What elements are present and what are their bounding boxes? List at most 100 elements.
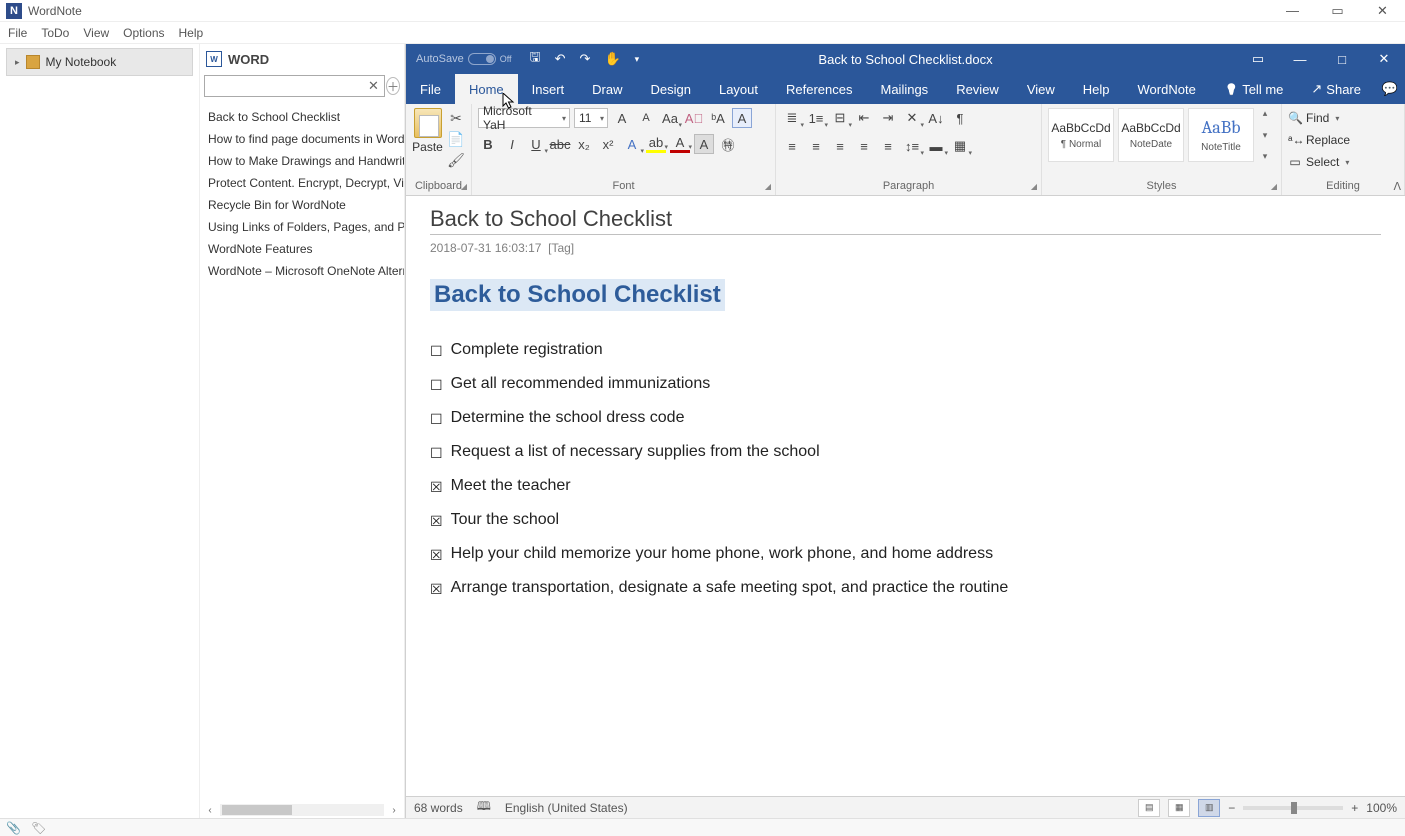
page-item[interactable]: Back to School Checklist xyxy=(200,106,404,128)
font-family-combo[interactable]: Microsoft YaH xyxy=(478,108,570,128)
decrease-indent-icon[interactable]: ⇤ xyxy=(854,108,874,128)
print-layout-button[interactable]: ▦ xyxy=(1168,799,1190,817)
menu-options[interactable]: Options xyxy=(123,26,164,40)
show-marks-icon[interactable]: ¶ xyxy=(950,108,970,128)
share-button[interactable]: Share xyxy=(1297,74,1375,104)
tab-references[interactable]: References xyxy=(772,74,866,104)
multilevel-list-icon[interactable]: ⊟ xyxy=(830,108,850,128)
comments-button[interactable]: 💬 xyxy=(1375,74,1405,104)
superscript-icon[interactable]: x² xyxy=(598,134,618,154)
scroll-track[interactable] xyxy=(220,804,384,816)
tab-review[interactable]: Review xyxy=(942,74,1013,104)
add-page-button[interactable]: ＋ xyxy=(386,77,400,95)
style-normal[interactable]: AaBbCcDd ¶ Normal xyxy=(1048,108,1114,162)
tell-me-button[interactable]: Tell me xyxy=(1211,74,1298,104)
page-item[interactable]: How to Make Drawings and Handwritin xyxy=(200,150,404,172)
qat-more-icon[interactable]: ▾ xyxy=(635,54,640,65)
page-item[interactable]: Using Links of Folders, Pages, and Pa xyxy=(200,216,404,238)
menu-view[interactable]: View xyxy=(83,26,109,40)
tab-view[interactable]: View xyxy=(1013,74,1069,104)
font-color-icon[interactable]: A xyxy=(670,136,690,153)
underline-icon[interactable]: U xyxy=(526,134,546,154)
increase-indent-icon[interactable]: ⇥ xyxy=(878,108,898,128)
shading-icon[interactable]: ▬ xyxy=(926,136,946,156)
collapse-ribbon-icon[interactable]: ᐱ xyxy=(1393,180,1401,193)
numbering-icon[interactable]: 1≡ xyxy=(806,108,826,128)
asian-layout-icon[interactable]: ✕ xyxy=(902,108,922,128)
page-item[interactable]: WordNote Features xyxy=(200,238,404,260)
page-tag[interactable]: [Tag] xyxy=(548,241,574,255)
tab-design[interactable]: Design xyxy=(637,74,705,104)
align-left-icon[interactable]: ≡ xyxy=(782,136,802,156)
page-item[interactable]: Recycle Bin for WordNote xyxy=(200,194,404,216)
style-notetitle[interactable]: AaBb NoteTitle xyxy=(1188,108,1254,162)
scroll-left-icon[interactable]: ‹ xyxy=(204,805,216,816)
doc-heading[interactable]: Back to School Checklist xyxy=(430,279,725,311)
distributed-icon[interactable]: ≡ xyxy=(878,136,898,156)
checklist-item[interactable]: ☐Determine the school dress code xyxy=(430,409,1381,429)
clipboard-dialog-icon[interactable]: ◢ xyxy=(461,182,467,191)
zoom-in-icon[interactable]: + xyxy=(1351,801,1358,815)
read-mode-button[interactable]: ▤ xyxy=(1138,799,1160,817)
ribbon-display-button[interactable]: ▭ xyxy=(1237,44,1279,74)
borders-icon[interactable]: ▦ xyxy=(950,136,970,156)
char-shading-icon[interactable]: A xyxy=(694,134,714,154)
language-status[interactable]: English (United States) xyxy=(505,801,628,815)
checklist-item[interactable]: ☒Help your child memorize your home phon… xyxy=(430,545,1381,565)
bold-icon[interactable]: B xyxy=(478,134,498,154)
checklist-item[interactable]: ☐Request a list of necessary supplies fr… xyxy=(430,443,1381,463)
touch-mode-icon[interactable]: ✋ xyxy=(604,51,620,67)
page-search-input[interactable] xyxy=(204,75,385,97)
word-count[interactable]: 68 words xyxy=(414,801,463,815)
undo-icon[interactable]: ↶ xyxy=(555,51,566,67)
attachment-icon[interactable]: 📎 xyxy=(6,821,21,835)
wn-maximize-button[interactable]: ▭ xyxy=(1315,0,1360,22)
text-effects-icon[interactable]: A xyxy=(622,134,642,154)
tab-help[interactable]: Help xyxy=(1069,74,1124,104)
bullets-icon[interactable]: ≣ xyxy=(782,108,802,128)
checklist-item[interactable]: ☒Meet the teacher xyxy=(430,477,1381,497)
paste-button[interactable]: Paste xyxy=(412,108,443,154)
tag-icon[interactable]: 🏷 xyxy=(31,821,46,835)
wn-close-button[interactable]: ✕ xyxy=(1360,0,1405,22)
page-list-scrollbar[interactable]: ‹ › xyxy=(200,802,404,818)
change-case-icon[interactable]: Aa xyxy=(660,108,680,128)
cut-icon[interactable]: ✂ xyxy=(447,110,465,127)
wn-minimize-button[interactable]: — xyxy=(1270,0,1315,22)
tab-home[interactable]: Home xyxy=(455,74,518,104)
char-border-icon[interactable]: A xyxy=(732,108,752,128)
italic-icon[interactable]: I xyxy=(502,134,522,154)
enclose-char-icon[interactable]: ㊕ xyxy=(718,134,738,154)
sort-icon[interactable]: A↓ xyxy=(926,108,946,128)
word-maximize-button[interactable]: □ xyxy=(1321,44,1363,74)
strikethrough-icon[interactable]: abc xyxy=(550,134,570,154)
zoom-level[interactable]: 100% xyxy=(1366,801,1397,815)
format-painter-icon[interactable]: 🖌 xyxy=(447,152,465,169)
clear-search-icon[interactable]: ✕ xyxy=(367,78,380,94)
clear-formatting-icon[interactable]: A⃠ xyxy=(684,108,704,128)
phonetic-guide-icon[interactable]: ᵇA xyxy=(708,108,728,128)
tab-layout[interactable]: Layout xyxy=(705,74,772,104)
shrink-font-icon[interactable]: A xyxy=(636,108,656,128)
tab-wordnote[interactable]: WordNote xyxy=(1124,74,1210,104)
zoom-out-icon[interactable]: − xyxy=(1228,801,1235,815)
page-item[interactable]: WordNote – Microsoft OneNote Altern xyxy=(200,260,404,282)
style-notedate[interactable]: AaBbCcDd NoteDate xyxy=(1118,108,1184,162)
checklist-item[interactable]: ☐Get all recommended immunizations xyxy=(430,375,1381,395)
styles-dialog-icon[interactable]: ◢ xyxy=(1271,182,1277,191)
align-center-icon[interactable]: ≡ xyxy=(806,136,826,156)
justify-icon[interactable]: ≡ xyxy=(854,136,874,156)
zoom-slider[interactable] xyxy=(1243,806,1343,810)
word-close-button[interactable]: ✕ xyxy=(1363,44,1405,74)
tab-insert[interactable]: Insert xyxy=(518,74,579,104)
save-icon[interactable]: 🖫 xyxy=(530,48,541,70)
tab-file[interactable]: File xyxy=(406,74,455,104)
word-minimize-button[interactable]: — xyxy=(1279,44,1321,74)
select-button[interactable]: ▭Select▾ xyxy=(1288,152,1349,172)
checklist-item[interactable]: ☒Arrange transportation, designate a saf… xyxy=(430,579,1381,599)
checklist-item[interactable]: ☒Tour the school xyxy=(430,511,1381,531)
scroll-right-icon[interactable]: › xyxy=(388,805,400,816)
replace-button[interactable]: ᵃ↔Replace xyxy=(1288,130,1350,150)
find-button[interactable]: 🔍Find▾ xyxy=(1288,108,1339,128)
redo-icon[interactable]: ↷ xyxy=(580,51,591,67)
